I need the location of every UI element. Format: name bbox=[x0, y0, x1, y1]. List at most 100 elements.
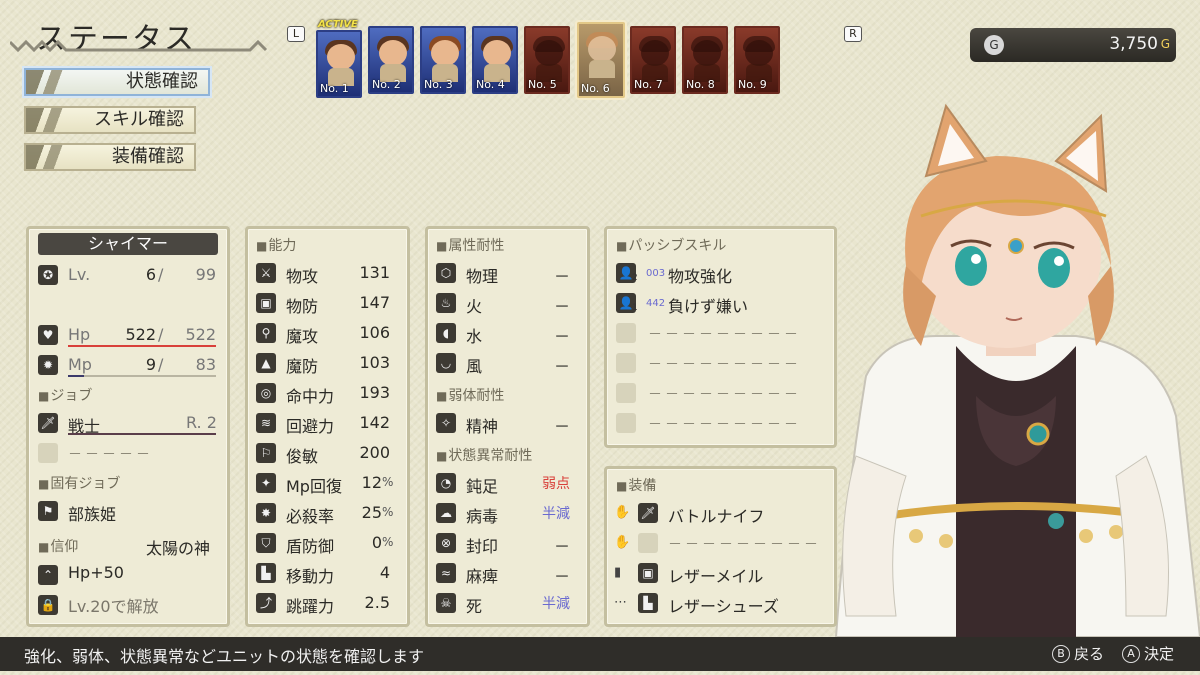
hp-label: Hp bbox=[68, 325, 91, 344]
right-hand-icon: ✋ bbox=[614, 505, 631, 520]
ability-value: 142 bbox=[359, 413, 390, 432]
ability-label: 俊敏 bbox=[286, 447, 319, 466]
resist-label: 水 bbox=[466, 327, 483, 346]
status-resist-header: 状態異常耐性 bbox=[436, 445, 532, 465]
portrait-face bbox=[483, 40, 511, 66]
paralysis-icon: ≈ bbox=[436, 563, 456, 583]
empty-slot-icon bbox=[616, 383, 636, 403]
party-slot-number: No. 5 bbox=[528, 78, 557, 91]
resist-label: 鈍足 bbox=[466, 477, 499, 496]
flag-icon: ⚑ bbox=[38, 501, 58, 521]
portrait-face bbox=[693, 40, 721, 66]
menu-stripe-decoration bbox=[26, 70, 78, 94]
water-drop-icon: ◖ bbox=[436, 323, 456, 343]
skill-rank-badge: 1 bbox=[632, 303, 638, 313]
skill-name: 負けず嫌い bbox=[668, 297, 749, 316]
ability-unit: % bbox=[382, 475, 394, 489]
menu-stripe-decoration bbox=[26, 145, 78, 169]
level-label: Lv. bbox=[68, 265, 91, 284]
party-slot-3[interactable]: No. 3 bbox=[420, 26, 466, 94]
ability-value: 147 bbox=[359, 293, 390, 312]
b-button-icon[interactable]: B bbox=[1052, 645, 1070, 663]
party-slot-number: No. 9 bbox=[738, 78, 767, 91]
confirm-label[interactable]: 決定 bbox=[1144, 643, 1174, 664]
weak-resist-header: 弱体耐性 bbox=[436, 385, 504, 405]
empty-skill-slot: －－－－－－－－－ bbox=[648, 387, 801, 403]
empty-slot-icon bbox=[616, 413, 636, 433]
portrait-face bbox=[588, 36, 616, 62]
level-badge-icon: ✪ bbox=[38, 265, 58, 285]
gold-coin-icon: G bbox=[984, 35, 1004, 55]
job-underline bbox=[68, 433, 216, 435]
party-slot-9[interactable]: No. 9 bbox=[734, 26, 780, 94]
party-slot-8[interactable]: No. 8 bbox=[682, 26, 728, 94]
gold-amount: 3,750 bbox=[1109, 34, 1158, 54]
character-portrait-art bbox=[834, 103, 1200, 637]
menu-status-check[interactable]: 状態確認 bbox=[24, 68, 210, 96]
back-label[interactable]: 戻る bbox=[1074, 643, 1104, 664]
ability-label: 跳躍力 bbox=[286, 597, 335, 616]
resist-value: － bbox=[553, 267, 570, 286]
menu-skill-check[interactable]: スキル確認 bbox=[24, 106, 196, 134]
resist-label: 風 bbox=[466, 357, 483, 376]
portrait-face bbox=[379, 40, 407, 66]
equipment-name[interactable]: バトルナイフ bbox=[668, 503, 764, 527]
r-shoulder-button[interactable]: R bbox=[844, 26, 862, 42]
empty-skill-slot: －－－－－－－－－ bbox=[648, 327, 801, 343]
boot-icon: ▙ bbox=[638, 593, 658, 613]
portrait-face bbox=[535, 40, 563, 66]
portrait-face bbox=[327, 44, 355, 70]
menu-label: 装備確認 bbox=[112, 146, 184, 167]
faith-name: 太陽の神 bbox=[146, 539, 211, 558]
ability-value: 200 bbox=[359, 443, 390, 462]
ability-value: 131 bbox=[359, 263, 390, 282]
portrait-face bbox=[641, 40, 669, 66]
equipment-name[interactable]: －－－－－－－－－ bbox=[668, 534, 821, 554]
equipment-name[interactable]: レザーメイル bbox=[668, 563, 763, 587]
mp-value: 9 bbox=[145, 355, 156, 374]
level-max: 99 bbox=[195, 265, 216, 284]
party-slot-2[interactable]: No. 2 bbox=[368, 26, 414, 94]
job-header: ジョブ bbox=[38, 385, 92, 405]
dagger-icon: 🗡 bbox=[638, 503, 658, 523]
ability-label: 命中力 bbox=[286, 387, 335, 406]
character-name: シャイマー bbox=[38, 233, 218, 255]
resist-label: 病毒 bbox=[466, 507, 499, 526]
party-slot-7[interactable]: No. 7 bbox=[630, 26, 676, 94]
level-value: 6 bbox=[145, 265, 156, 284]
empty-skill-slot: －－－－－－－－－ bbox=[648, 417, 801, 433]
party-slot-number: No. 8 bbox=[686, 78, 715, 91]
resist-value: － bbox=[553, 567, 570, 586]
party-slot-number: No. 1 bbox=[320, 82, 349, 95]
party-slot-number: No. 3 bbox=[424, 78, 453, 91]
party-slot-number: No. 7 bbox=[634, 78, 663, 91]
jump-icon: ⤴ bbox=[256, 593, 276, 613]
party-slot-4[interactable]: No. 4 bbox=[472, 26, 518, 94]
l-shoulder-button[interactable]: L bbox=[287, 26, 305, 42]
gold-unit: G bbox=[1160, 37, 1170, 51]
armor-icon: ▣ bbox=[256, 293, 276, 313]
job-rank: R. 2 bbox=[186, 413, 217, 432]
mp-bar-fill bbox=[68, 375, 85, 377]
party-slot-1[interactable]: No. 1 bbox=[316, 30, 362, 98]
poison-icon: ☁ bbox=[436, 503, 456, 523]
mp-sparkle-icon: ✹ bbox=[38, 355, 58, 375]
party-slot-5[interactable]: No. 5 bbox=[524, 26, 570, 94]
ability-label: 回避力 bbox=[286, 417, 335, 436]
skill-name: 物攻強化 bbox=[668, 267, 733, 286]
ability-value: 106 bbox=[359, 323, 390, 342]
party-slot-6[interactable]: No. 6 bbox=[577, 22, 625, 98]
a-button-icon[interactable]: A bbox=[1122, 645, 1140, 663]
menu-equipment-check[interactable]: 装備確認 bbox=[24, 143, 196, 171]
resist-value: － bbox=[553, 357, 570, 376]
active-badge: ACTIVE bbox=[318, 19, 358, 30]
equipment-name[interactable]: レザーシューズ bbox=[668, 593, 779, 617]
skill-code: 003 bbox=[646, 268, 666, 279]
menu-label: スキル確認 bbox=[94, 109, 184, 130]
portrait-face bbox=[431, 40, 459, 66]
fire-icon: ♨ bbox=[436, 293, 456, 313]
chevron-up-icon: ⌃ bbox=[38, 565, 58, 585]
ability-value: 2.5 bbox=[364, 593, 390, 612]
body-icon: ▮ bbox=[614, 565, 622, 580]
faith-bonus: Hp+50 bbox=[68, 563, 124, 582]
